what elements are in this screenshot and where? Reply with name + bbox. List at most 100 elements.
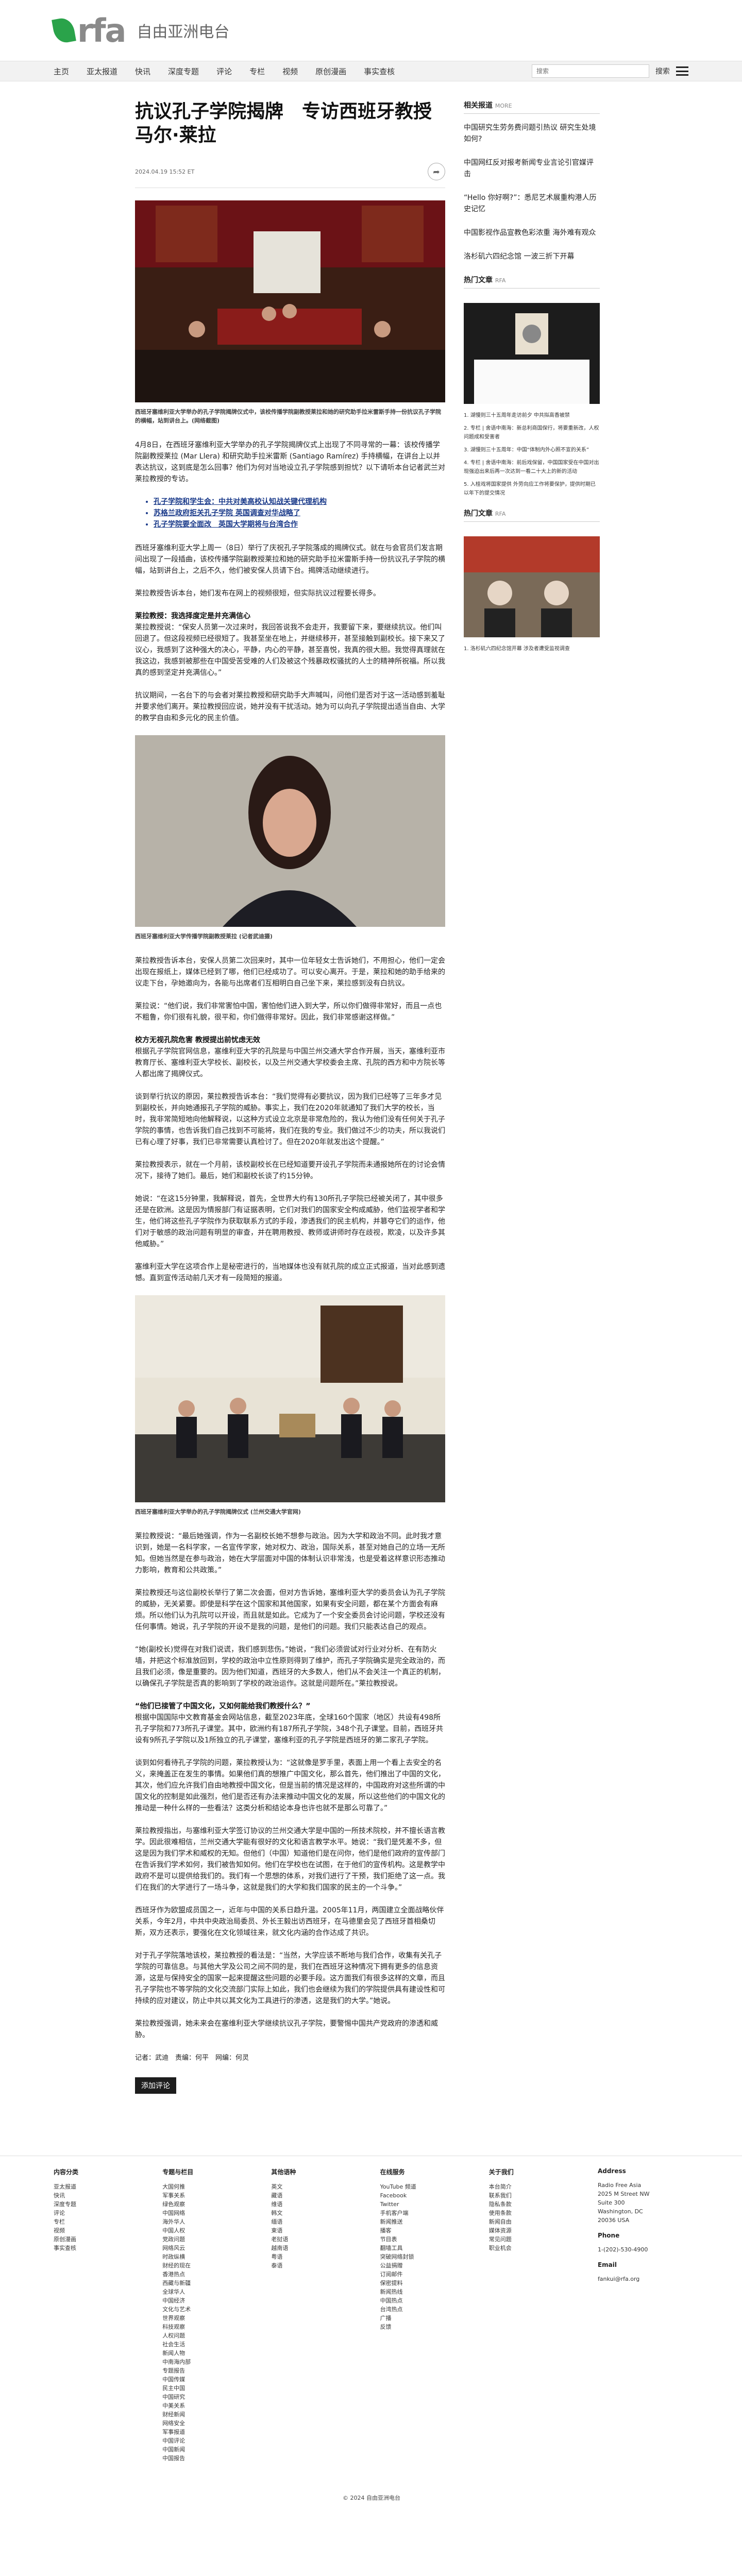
footer-link[interactable]: 手机客户端 bbox=[380, 2209, 472, 2217]
footer-link[interactable]: 社会生活 bbox=[162, 2340, 254, 2349]
footer-link[interactable]: 中国人权 bbox=[162, 2226, 254, 2235]
footer-link[interactable]: 订阅邮件 bbox=[380, 2270, 472, 2279]
footer-link[interactable]: 新闻热线 bbox=[380, 2287, 472, 2296]
footer-link[interactable]: 新闻人物 bbox=[162, 2349, 254, 2358]
footer-link[interactable]: 评论 bbox=[54, 2209, 145, 2217]
footer-link[interactable]: 视频 bbox=[54, 2226, 145, 2235]
footer-link[interactable]: 英文 bbox=[271, 2182, 363, 2191]
hot-item[interactable]: 2. 专栏 | 舍语中南海：新总利商国保行，将要重新改，人权问题成和受害者 bbox=[464, 424, 600, 442]
footer-link[interactable]: 媒体资源 bbox=[489, 2226, 581, 2235]
related-link[interactable]: 孔子学院和学生会：中共对美高校认知战关键代理机构 bbox=[154, 496, 445, 507]
search-button[interactable]: 搜索 bbox=[655, 66, 670, 76]
sidebar-related-item[interactable]: 中国影视作品宣教色彩浓重 海外难有观众 bbox=[464, 227, 600, 239]
footer-link[interactable]: 原创漫画 bbox=[54, 2235, 145, 2244]
footer-link[interactable]: 中国热点 bbox=[380, 2296, 472, 2305]
footer-link[interactable]: 本台简介 bbox=[489, 2182, 581, 2191]
add-comment-button[interactable]: 添加评论 bbox=[135, 2077, 176, 2094]
footer-link[interactable]: 深度专题 bbox=[54, 2200, 145, 2209]
hot-item[interactable]: 3. 湖慢则三十五周年：中国“体制内外心照不宣的关系” bbox=[464, 446, 600, 454]
footer-link[interactable]: 中国经济 bbox=[162, 2296, 254, 2305]
footer-link[interactable]: 亚太报道 bbox=[54, 2182, 145, 2191]
sidebar-related-item[interactable]: 洛杉矶六四纪念馆 一波三折下开幕 bbox=[464, 251, 600, 262]
sidebar-related-item[interactable]: “Hello 你好啊?”：悉尼艺术展重构港人历史记忆 bbox=[464, 192, 600, 215]
footer-link[interactable]: 专栏 bbox=[54, 2217, 145, 2226]
footer-link[interactable]: 中国评论 bbox=[162, 2436, 254, 2445]
footer-link[interactable]: 职业机会 bbox=[489, 2244, 581, 2252]
footer-link[interactable]: 军事关系 bbox=[162, 2191, 254, 2200]
footer-link[interactable]: 隐私条款 bbox=[489, 2200, 581, 2209]
footer-link[interactable]: 财经的现在 bbox=[162, 2261, 254, 2270]
footer-link[interactable]: 文化与艺术 bbox=[162, 2305, 254, 2314]
hot-item[interactable]: 5. 入桂戏将国家提供 外劳向应工作将要保护，提供时期已以年下的提交情况 bbox=[464, 480, 600, 498]
footer-link[interactable]: 全球华人 bbox=[162, 2287, 254, 2296]
footer-link[interactable]: 广播 bbox=[380, 2314, 472, 2323]
footer-link[interactable]: 柬语 bbox=[271, 2226, 363, 2235]
footer-link[interactable]: 突破网络封锁 bbox=[380, 2252, 472, 2261]
footer-link[interactable]: 翻墙工具 bbox=[380, 2244, 472, 2252]
footer-link[interactable]: 常见问题 bbox=[489, 2235, 581, 2244]
footer-link[interactable]: 世界观察 bbox=[162, 2314, 254, 2323]
nav-video[interactable]: 视频 bbox=[282, 66, 298, 77]
share-icon[interactable]: ➦ bbox=[428, 163, 445, 180]
hot-item[interactable]: 1. 洛杉矶六四纪念馆开幕 涉及者遭受监视调查 bbox=[464, 645, 600, 653]
search-input[interactable] bbox=[532, 64, 649, 78]
hot-thumbnail[interactable] bbox=[464, 303, 600, 404]
footer-link[interactable]: 中国报告 bbox=[162, 2454, 254, 2463]
footer-link[interactable]: 绿色观察 bbox=[162, 2200, 254, 2209]
footer-link[interactable]: 粤语 bbox=[271, 2252, 363, 2261]
nav-asia[interactable]: 亚太报道 bbox=[87, 66, 117, 77]
footer-link[interactable]: 泰语 bbox=[271, 2261, 363, 2270]
footer-link[interactable]: 人权问题 bbox=[162, 2331, 254, 2340]
footer-link[interactable]: 韩文 bbox=[271, 2209, 363, 2217]
footer-link[interactable]: Twitter bbox=[380, 2200, 472, 2209]
footer-link[interactable]: 保密提料 bbox=[380, 2279, 472, 2287]
footer-link[interactable]: 西藏与新疆 bbox=[162, 2279, 254, 2287]
nav-news[interactable]: 快讯 bbox=[135, 66, 150, 77]
footer-link[interactable]: 民主中国 bbox=[162, 2384, 254, 2393]
rfa-logo[interactable]: rfa bbox=[52, 12, 126, 49]
footer-link[interactable]: 大国何推 bbox=[162, 2182, 254, 2191]
footer-link[interactable]: 专题报告 bbox=[162, 2366, 254, 2375]
phone-number[interactable]: 1-(202)-530-4900 bbox=[598, 2245, 689, 2254]
footer-link[interactable]: 香港热点 bbox=[162, 2270, 254, 2279]
hot-item[interactable]: 4. 专栏 | 舍语中南海：前后戏保留，中国国家受在中国对出现强迫出来后再一次达… bbox=[464, 459, 600, 476]
hot-item[interactable]: 1. 湖慢则三十五周年走访前夕 中共拟高香被禁 bbox=[464, 411, 600, 420]
footer-link[interactable]: 藏语 bbox=[271, 2191, 363, 2200]
footer-link[interactable]: 中国研究 bbox=[162, 2393, 254, 2401]
footer-link[interactable]: Facebook bbox=[380, 2191, 472, 2200]
footer-link[interactable]: 台湾热点 bbox=[380, 2305, 472, 2314]
footer-link[interactable]: 中美关系 bbox=[162, 2401, 254, 2410]
hamburger-menu-icon[interactable] bbox=[676, 66, 688, 76]
footer-link[interactable]: 联系我们 bbox=[489, 2191, 581, 2200]
footer-link[interactable]: 党政问题 bbox=[162, 2235, 254, 2244]
footer-link[interactable]: 播客 bbox=[380, 2226, 472, 2235]
nav-home[interactable]: 主页 bbox=[54, 66, 69, 77]
nav-factcheck[interactable]: 事实查核 bbox=[364, 66, 395, 77]
nav-cartoons[interactable]: 原创漫画 bbox=[315, 66, 346, 77]
related-link[interactable]: 孔子学院要全面改 英国大学期将与台湾合作 bbox=[154, 519, 445, 530]
hot-thumbnail-2[interactable] bbox=[464, 536, 600, 637]
footer-link[interactable]: 事实查核 bbox=[54, 2244, 145, 2252]
footer-link[interactable]: 时政纵横 bbox=[162, 2252, 254, 2261]
footer-link[interactable]: 中国传媒 bbox=[162, 2375, 254, 2384]
footer-link[interactable]: 缅语 bbox=[271, 2217, 363, 2226]
footer-link[interactable]: 维语 bbox=[271, 2200, 363, 2209]
footer-link[interactable]: 新闻推送 bbox=[380, 2217, 472, 2226]
nav-features[interactable]: 深度专题 bbox=[168, 66, 199, 77]
footer-link[interactable]: 网络安全 bbox=[162, 2419, 254, 2428]
footer-link[interactable]: 老挝语 bbox=[271, 2235, 363, 2244]
footer-link[interactable]: 节目表 bbox=[380, 2235, 472, 2244]
sidebar-related-item[interactable]: 中国网红反对报考新闻专业言论引官媒评击 bbox=[464, 157, 600, 180]
footer-link[interactable]: 科技观察 bbox=[162, 2323, 254, 2331]
footer-link[interactable]: 越南语 bbox=[271, 2244, 363, 2252]
footer-link[interactable]: 中国网络 bbox=[162, 2209, 254, 2217]
footer-link[interactable]: 财经新闻 bbox=[162, 2410, 254, 2419]
nav-commentary[interactable]: 评论 bbox=[216, 66, 232, 77]
footer-link[interactable]: 中国新闻 bbox=[162, 2445, 254, 2454]
footer-link[interactable]: 反馈 bbox=[380, 2323, 472, 2331]
footer-link[interactable]: 海外华人 bbox=[162, 2217, 254, 2226]
footer-link[interactable]: 军事报道 bbox=[162, 2428, 254, 2436]
footer-link[interactable]: 使用条款 bbox=[489, 2209, 581, 2217]
sidebar-related-item[interactable]: 中国研究生劳务费问题引热议 研究生处境如何? bbox=[464, 122, 600, 145]
footer-link[interactable]: 新闻自由 bbox=[489, 2217, 581, 2226]
